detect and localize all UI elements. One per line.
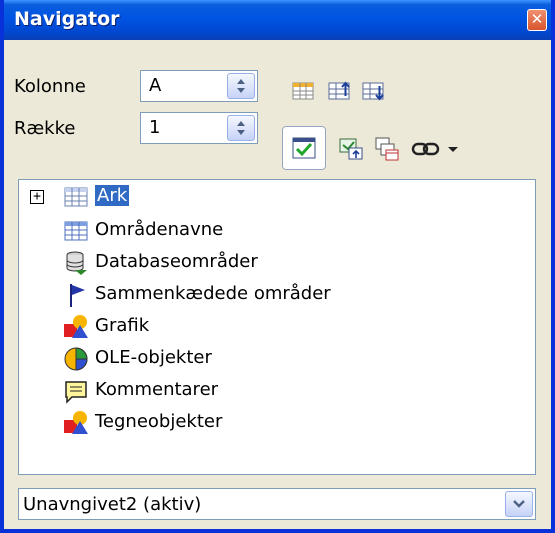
ole-icon xyxy=(64,347,88,371)
content-view-icon[interactable] xyxy=(290,78,316,104)
end-icon[interactable] xyxy=(360,78,386,104)
toggle-button[interactable] xyxy=(282,126,326,170)
column-spin-button[interactable] xyxy=(227,73,255,99)
database-icon xyxy=(66,251,87,275)
content-tree[interactable]: + Ark Områdenavne Databaseområder Sammen… xyxy=(18,179,536,475)
tree-item-label: Sammenkædede områder xyxy=(95,283,331,304)
flag-icon xyxy=(70,284,85,307)
tree-item-label: Områdenavne xyxy=(95,219,224,240)
column-label: Kolonne xyxy=(14,76,86,97)
document-select[interactable]: Unavngivet2 (aktiv) xyxy=(18,488,536,520)
start-icon[interactable] xyxy=(326,78,352,104)
row-spin-button[interactable] xyxy=(227,115,255,141)
close-button[interactable]: ✕ xyxy=(527,9,547,31)
window-title: Navigator xyxy=(14,8,120,30)
tree-item-label: Ark xyxy=(95,185,130,206)
row-spin-field[interactable]: 1 xyxy=(140,112,258,144)
expand-icon[interactable]: + xyxy=(30,190,44,204)
tree-item-label: Databaseområder xyxy=(95,251,258,272)
row-value[interactable]: 1 xyxy=(149,117,160,138)
tree-item-label: Kommentarer xyxy=(95,379,219,400)
tree-item-label: Tegneobjekter xyxy=(95,411,223,432)
document-select-value: Unavngivet2 (aktiv) xyxy=(23,494,202,515)
column-spin-field[interactable]: A xyxy=(140,70,258,102)
sheet-icon xyxy=(64,187,88,207)
column-value[interactable]: A xyxy=(149,75,161,96)
range-names-icon xyxy=(64,221,88,241)
tree-item-label: Grafik xyxy=(95,315,150,336)
row-label: Række xyxy=(14,118,76,139)
title-bar[interactable]: Navigator ✕ xyxy=(4,0,551,40)
comment-icon xyxy=(65,381,87,404)
scenarios-icon[interactable] xyxy=(374,136,400,162)
drag-mode-icon[interactable] xyxy=(338,136,364,162)
drawing-icon xyxy=(64,411,88,434)
link-icon[interactable] xyxy=(410,136,442,162)
document-select-button[interactable] xyxy=(505,491,533,517)
spin-arrows-icon xyxy=(237,121,245,135)
spin-arrows-icon xyxy=(237,79,245,93)
navigator-window: Navigator ✕ Kolonne A Række 1 + Ark Områ… xyxy=(0,0,555,533)
toggle-icon xyxy=(292,137,316,159)
tree-item-label: OLE-objekter xyxy=(95,347,212,368)
dropdown-arrow-icon[interactable] xyxy=(446,136,460,162)
chevron-down-icon xyxy=(513,500,525,508)
graphics-icon xyxy=(64,315,88,338)
